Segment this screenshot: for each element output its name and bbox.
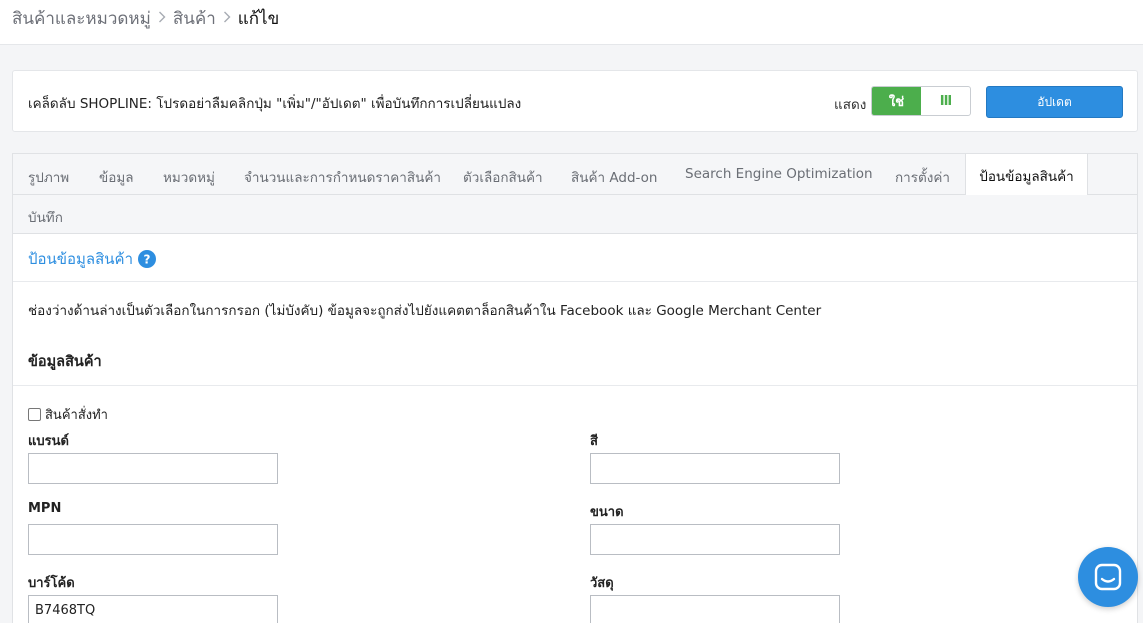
tip-text: เคล็ดลับ SHOPLINE: โปรดอย่าลืมคลิกปุ่ม "… [28, 96, 522, 112]
material-input[interactable] [590, 595, 840, 623]
custom-product-label: สินค้าสั่งทำ [45, 408, 108, 423]
tab-notes[interactable]: บันทึก [28, 206, 63, 228]
breadcrumb-products-categories[interactable]: สินค้าและหมวดหมู่ [12, 5, 151, 32]
toggle-on-option[interactable]: ใช่ [872, 87, 921, 115]
size-label: ขนาด [590, 505, 624, 520]
color-label: สี [590, 434, 598, 449]
update-button[interactable]: อัปเดต [986, 86, 1123, 118]
custom-product-checkbox[interactable] [28, 408, 41, 421]
show-label: แสดง [834, 97, 867, 113]
tab-bar: รูปภาพ ข้อมูล หมวดหมู่ จำนวนและการกำหนดร… [13, 154, 1137, 234]
tab-seo[interactable]: Search Engine Optimization [685, 166, 873, 182]
color-input[interactable] [590, 453, 840, 484]
mpn-label: MPN [28, 501, 62, 516]
product-form-panel: รูปภาพ ข้อมูล หมวดหมู่ จำนวนและการกำหนดร… [12, 153, 1138, 623]
tab-settings[interactable]: การตั้งค่า [895, 166, 950, 188]
chevron-right-icon [223, 11, 231, 27]
question-circle-icon[interactable]: ? [138, 250, 156, 268]
tab-variants[interactable]: ตัวเลือกสินค้า [463, 166, 543, 188]
barcode-label: บาร์โค้ด [28, 576, 75, 591]
tab-quantity-pricing[interactable]: จำนวนและการกำหนดราคาสินค้า [244, 166, 441, 188]
tab-info[interactable]: ข้อมูล [99, 166, 134, 188]
size-input[interactable] [590, 524, 840, 555]
breadcrumb-edit: แก้ไข [237, 9, 280, 29]
material-label: วัสดุ [590, 576, 614, 591]
tab-categories[interactable]: หมวดหมู่ [163, 166, 215, 188]
chevron-right-icon [158, 11, 166, 27]
custom-product-checkbox-row: สินค้าสั่งทำ [28, 404, 108, 425]
show-toggle[interactable]: ใช่ III [871, 86, 971, 116]
divider [13, 281, 1137, 282]
tab-images[interactable]: รูปภาพ [28, 166, 69, 188]
tab-addon[interactable]: สินค้า Add-on [571, 166, 657, 188]
breadcrumb: สินค้าและหมวดหมู่ สินค้า แก้ไข [12, 5, 279, 32]
brand-input[interactable] [28, 453, 278, 484]
tip-box: เคล็ดลับ SHOPLINE: โปรดอย่าลืมคลิกปุ่ม "… [12, 70, 1138, 132]
tab-product-feed[interactable]: ป้อนข้อมูลสินค้า [965, 154, 1088, 195]
divider [13, 385, 1137, 386]
section-description: ช่องว่างด้านล่างเป็นตัวเลือกในการกรอก (ไ… [28, 303, 822, 319]
svg-text:?: ? [144, 253, 151, 267]
barcode-input[interactable] [28, 595, 278, 623]
section-title-text: ป้อนข้อมูลสินค้า [28, 250, 133, 268]
section-title: ป้อนข้อมูลสินค้า ? [28, 247, 156, 271]
chat-icon [1094, 563, 1122, 591]
brand-label: แบรนด์ [28, 434, 69, 449]
chat-launcher-button[interactable] [1078, 547, 1138, 607]
toggle-off-option[interactable]: III [921, 87, 970, 115]
product-info-heading: ข้อมูลสินค้า [28, 354, 102, 370]
breadcrumb-products[interactable]: สินค้า [173, 5, 216, 32]
breadcrumb-bar: สินค้าและหมวดหมู่ สินค้า แก้ไข [0, 0, 1143, 45]
mpn-input[interactable] [28, 524, 278, 555]
